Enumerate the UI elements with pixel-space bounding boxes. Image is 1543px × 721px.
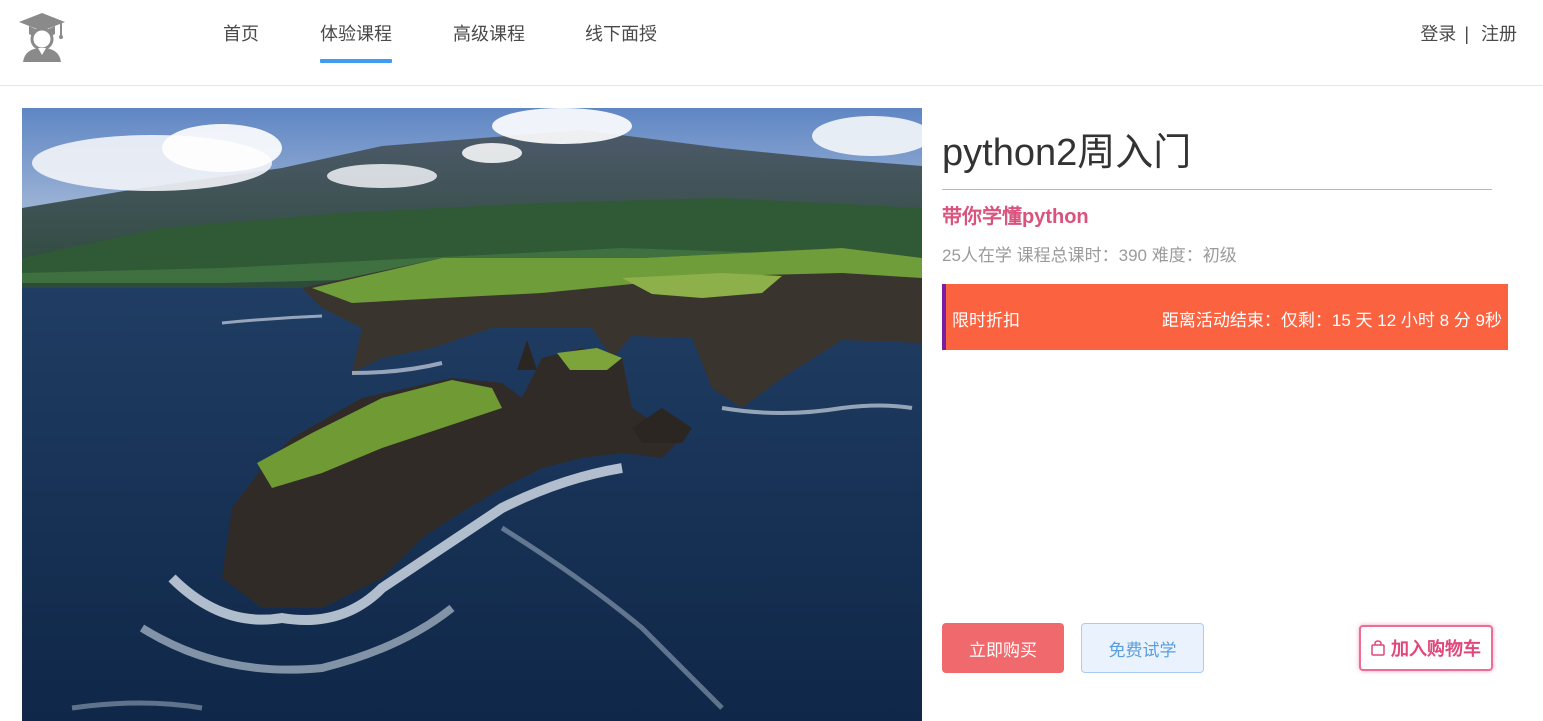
- nav-item-offline-courses[interactable]: 线下面授: [585, 22, 657, 46]
- course-cover-image: [22, 108, 922, 721]
- auth-links: 登录 | 注册: [1420, 22, 1517, 46]
- login-link[interactable]: 登录: [1420, 24, 1456, 44]
- free-trial-button[interactable]: 免费试学: [1081, 623, 1204, 673]
- discount-label: 限时折扣: [952, 311, 1020, 330]
- auth-separator: |: [1464, 24, 1469, 44]
- course-meta: 25人在学 课程总课时：390 难度：初级: [942, 246, 1237, 265]
- discount-countdown: 距离活动结束：仅剩：15 天 12 小时 8 分 9秒: [1161, 311, 1502, 330]
- graduate-cap-icon[interactable]: [17, 10, 67, 62]
- register-link[interactable]: 注册: [1481, 24, 1517, 44]
- nav-item-advanced-courses[interactable]: 高级课程: [453, 22, 525, 46]
- add-to-cart-button[interactable]: 加入购物车: [1359, 625, 1493, 671]
- course-info-panel: python2周入门 带你学懂python 25人在学 课程总课时：390 难度…: [942, 108, 1512, 721]
- add-to-cart-label: 加入购物车: [1391, 639, 1481, 659]
- nav-item-home[interactable]: 首页: [223, 22, 259, 46]
- buy-now-button[interactable]: 立即购买: [942, 623, 1064, 673]
- course-subtitle: 带你学懂python: [942, 206, 1089, 228]
- nav-item-trial-courses[interactable]: 体验课程: [320, 22, 392, 63]
- top-header: 首页 体验课程 高级课程 线下面授 登录 | 注册: [0, 0, 1543, 86]
- shopping-bag-icon: [1371, 640, 1385, 656]
- discount-banner: 限时折扣 距离活动结束：仅剩：15 天 12 小时 8 分 9秒: [942, 284, 1508, 350]
- title-divider: [942, 189, 1492, 190]
- course-title: python2周入门: [942, 132, 1192, 174]
